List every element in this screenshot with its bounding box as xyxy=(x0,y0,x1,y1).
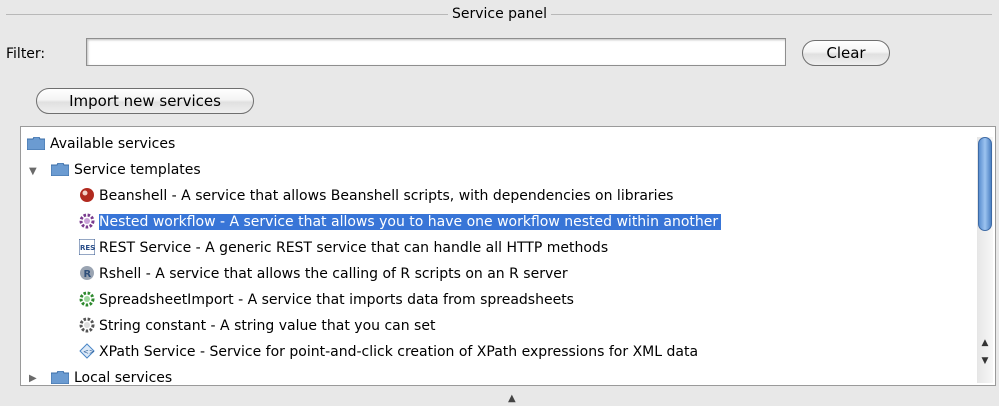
folder-icon xyxy=(50,161,70,177)
nested-workflow-icon xyxy=(79,213,95,229)
expanded-triangle-icon[interactable]: ▼ xyxy=(29,166,37,177)
import-services-button[interactable]: Import new services xyxy=(36,88,254,114)
tree-item-string-constant[interactable]: String constant - A string value that yo… xyxy=(79,315,435,337)
folder-icon xyxy=(26,135,46,151)
string-constant-icon xyxy=(79,317,95,333)
tree-folder-label: Local services xyxy=(74,370,173,386)
folder-icon xyxy=(50,369,70,385)
tree-item-label: Beanshell - A service that allows Beansh… xyxy=(99,188,674,204)
tree-item-label: Rshell - A service that allows the calli… xyxy=(99,266,568,282)
tree-item-label: REST Service - A generic REST service th… xyxy=(99,240,609,256)
tree-item-rest-service[interactable]: RES REST Service - A generic REST servic… xyxy=(78,237,609,259)
tree-item-spreadsheet-import[interactable]: SpreadsheetImport - A service that impor… xyxy=(79,289,574,311)
scroll-up-icon[interactable]: ▲ xyxy=(977,335,993,351)
tree-folder-service-templates[interactable]: Service templates xyxy=(50,159,201,181)
tree-root-available-services[interactable]: Available services xyxy=(26,133,176,155)
tree-item-label: Nested workflow - A service that allows … xyxy=(99,214,722,230)
tree-item-label: String constant - A string value that yo… xyxy=(99,318,436,334)
splitter-handle-icon[interactable]: ▲ xyxy=(508,393,516,404)
scrollbar-thumb[interactable] xyxy=(978,137,992,231)
panel-title: Service panel xyxy=(0,5,999,23)
spreadsheet-import-icon xyxy=(79,291,95,307)
filter-label: Filter: xyxy=(6,46,46,62)
rshell-icon: R xyxy=(79,265,95,281)
tree-item-label: XPath Service - Service for point-and-cl… xyxy=(99,344,699,360)
service-tree[interactable]: Available services ▼ Service templates B… xyxy=(20,126,996,386)
tree-folder-local-services[interactable]: Local services xyxy=(50,367,173,386)
tree-item-beanshell[interactable]: Beanshell - A service that allows Beansh… xyxy=(79,185,673,207)
collapsed-triangle-icon[interactable]: ▶ xyxy=(29,373,37,384)
svg-text:<>: <> xyxy=(83,348,95,356)
tree-item-rshell[interactable]: R Rshell - A service that allows the cal… xyxy=(79,263,568,285)
vertical-scrollbar[interactable]: ▲ ▼ xyxy=(977,137,993,383)
tree-item-nested-workflow[interactable]: Nested workflow - A service that allows … xyxy=(79,211,722,233)
svg-text:RES: RES xyxy=(80,244,95,252)
tree-item-xpath-service[interactable]: <> XPath Service - Service for point-and… xyxy=(79,341,698,363)
beanshell-icon xyxy=(79,187,95,203)
svg-text:R: R xyxy=(84,269,92,280)
xpath-icon: <> xyxy=(79,343,95,359)
scroll-down-icon[interactable]: ▼ xyxy=(977,353,993,369)
tree-item-label: SpreadsheetImport - A service that impor… xyxy=(99,292,574,308)
tree-folder-label: Service templates xyxy=(74,162,201,178)
filter-input[interactable] xyxy=(86,38,786,66)
tree-root-label: Available services xyxy=(50,136,176,152)
rest-icon: RES xyxy=(78,238,96,256)
clear-button[interactable]: Clear xyxy=(802,40,890,66)
